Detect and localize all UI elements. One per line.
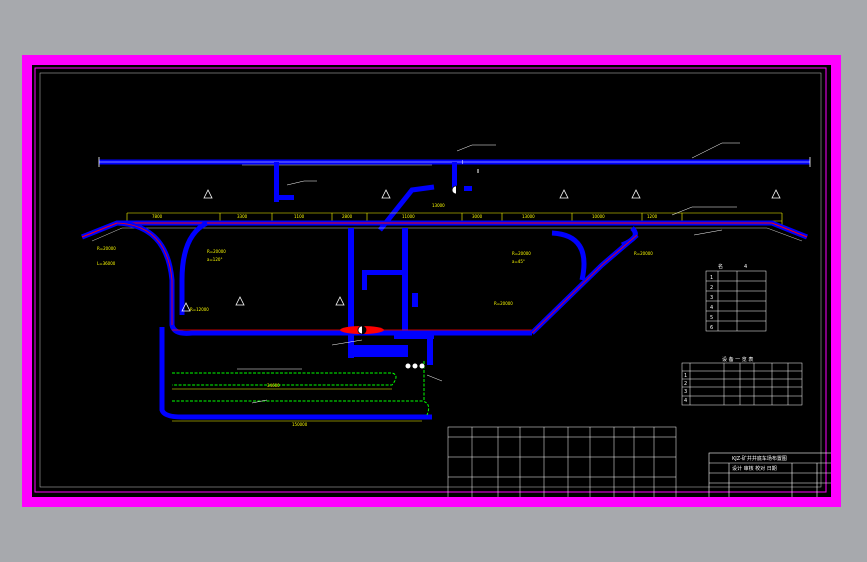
svg-text:L=36000: L=36000	[97, 261, 116, 266]
inner-border-white	[39, 72, 822, 488]
svg-text:5: 5	[710, 315, 713, 321]
svg-text:R=20000: R=20000	[634, 251, 653, 256]
svg-text:1: 1	[684, 373, 687, 379]
signal-icons	[181, 189, 781, 312]
svg-text:11000: 11000	[402, 214, 415, 219]
svg-text:2800: 2800	[342, 214, 353, 219]
legend-head-b: 4	[744, 264, 747, 270]
svg-text:1100: 1100	[294, 214, 305, 219]
equipment-row-numbers: 1 2 3 4	[684, 373, 687, 404]
svg-text:Ⅰ: Ⅰ	[462, 160, 463, 166]
svg-text:2: 2	[710, 285, 713, 291]
equipment-table-caption: 设 备 一 览 表	[722, 356, 753, 363]
svg-text:R=12000: R=12000	[190, 307, 209, 312]
title-block-subtitle: 设计 审核 校对 日期	[732, 465, 777, 472]
leader-lines	[237, 142, 740, 404]
inner-border	[34, 67, 827, 493]
svg-text:3300: 3300	[237, 214, 248, 219]
svg-text:10000: 10000	[592, 214, 605, 219]
svg-text:Ⅱ: Ⅱ	[477, 169, 479, 175]
svg-text:R=20000: R=20000	[512, 251, 531, 256]
svg-text:1: 1	[710, 275, 713, 281]
equipment-table	[681, 362, 803, 406]
svg-text:R=20000: R=20000	[207, 249, 226, 254]
cad-drawing: 7800 3300 1100 2800 11000 3000 13000 100…	[34, 67, 831, 497]
svg-text:3: 3	[684, 389, 687, 395]
shaft-bottom-area	[348, 228, 434, 365]
svg-text:2: 2	[684, 381, 687, 387]
legend-row-numbers: 1 2 3 4 5 6	[710, 275, 713, 331]
svg-text:3: 3	[710, 295, 713, 301]
shaft-connectors	[274, 162, 457, 202]
svg-text:6: 6	[710, 325, 713, 331]
svg-text:a=120°: a=120°	[207, 257, 222, 262]
svg-text:3000: 3000	[472, 214, 483, 219]
left-loop	[116, 220, 532, 420]
svg-text:1200: 1200	[647, 214, 658, 219]
drawing-sheet: 7800 3300 1100 2800 11000 3000 13000 100…	[22, 55, 841, 507]
legend-table	[705, 270, 767, 332]
svg-text:7800: 7800	[152, 214, 163, 219]
svg-text:150000: 150000	[292, 422, 308, 427]
svg-text:R=20000: R=20000	[97, 246, 116, 251]
svg-text:34600: 34600	[267, 383, 280, 388]
bottom-table	[447, 426, 677, 497]
svg-text:13000: 13000	[522, 214, 535, 219]
title-block-title: KJZ-矿井井底车场布置图	[732, 455, 787, 462]
svg-text:4: 4	[710, 305, 713, 311]
svg-text:4: 4	[684, 398, 687, 404]
legend-head-a: 名	[718, 263, 723, 270]
pump-icons	[405, 363, 425, 369]
svg-text:R=20000: R=20000	[494, 301, 513, 306]
svg-text:a=45°: a=45°	[512, 259, 525, 264]
svg-text:13000: 13000	[432, 203, 445, 208]
